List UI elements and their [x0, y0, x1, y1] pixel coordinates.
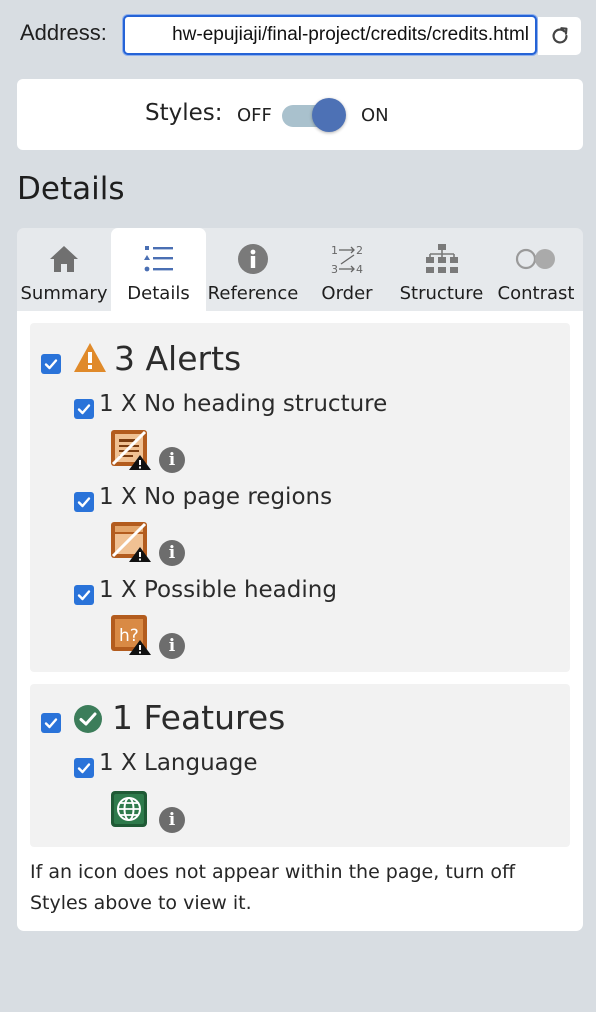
contrast-icon [515, 238, 557, 280]
possible-heading-icon: h? [111, 615, 151, 655]
svg-text:2: 2 [356, 244, 363, 257]
alerts-title: 3 Alerts [114, 339, 242, 378]
alert-item-label: 1 X No page regions [99, 484, 333, 510]
checkmark-icon [77, 763, 91, 774]
features-checkbox[interactable] [41, 713, 61, 733]
language-globe-icon [111, 791, 147, 827]
tab-label: Contrast [497, 283, 575, 304]
feature-checkbox[interactable] [74, 758, 94, 778]
alert-checkbox[interactable] [74, 399, 94, 419]
no-page-regions-icon [111, 522, 151, 562]
info-icon[interactable]: i [159, 540, 185, 566]
address-bar: Address: hw-epujiaji/final-project/credi… [0, 12, 596, 58]
checkmark-icon [44, 359, 58, 370]
features-title: 1 Features [112, 698, 286, 737]
checkmark-icon [44, 718, 58, 729]
info-icon[interactable]: i [159, 633, 185, 659]
info-icon [237, 238, 269, 280]
tab-label: Details [127, 283, 190, 304]
checkmark-icon [77, 497, 91, 508]
alert-checkbox[interactable] [74, 492, 94, 512]
tab-structure[interactable]: Structure [394, 228, 489, 311]
details-panel: 3 Alerts 1 X No heading structure i 1 X … [17, 311, 583, 931]
no-heading-structure-icon [111, 430, 151, 470]
check-circle-icon [74, 705, 102, 733]
alerts-group: 3 Alerts 1 X No heading structure i 1 X … [30, 323, 570, 672]
toggle-knob[interactable] [312, 98, 346, 132]
list-icon [143, 238, 175, 280]
styles-hint-text: If an icon does not appear within the pa… [30, 861, 516, 914]
tab-label: Summary [20, 283, 108, 304]
styles-on-label: ON [361, 105, 389, 126]
tab-bar: Summary Details Reference 1 2 3 4 Order … [17, 228, 583, 311]
tab-label: Reference [207, 283, 299, 304]
svg-text:h?: h? [119, 626, 139, 646]
order-icon: 1 2 3 4 [330, 238, 364, 280]
styles-toggle-card: Styles: OFF ON [17, 79, 583, 150]
tab-label: Order [321, 283, 373, 304]
alert-checkbox[interactable] [74, 585, 94, 605]
styles-toggle-switch[interactable] [282, 98, 346, 132]
reload-button[interactable] [538, 17, 581, 55]
svg-text:1: 1 [331, 244, 338, 257]
alerts-checkbox[interactable] [41, 354, 61, 374]
alert-item-label: 1 X Possible heading [99, 577, 337, 603]
styles-label: Styles: [145, 100, 223, 126]
tab-label: Structure [399, 283, 484, 304]
home-icon [48, 238, 80, 280]
tab-order[interactable]: 1 2 3 4 Order [300, 228, 394, 311]
structure-icon [424, 238, 460, 280]
tab-summary[interactable]: Summary [17, 228, 111, 311]
address-label: Address: [20, 20, 107, 45]
feature-item-label: 1 X Language [99, 750, 258, 776]
warning-triangle-icon [74, 343, 106, 372]
checkmark-icon [77, 590, 91, 601]
page-title: Details [17, 171, 125, 207]
reload-icon [552, 27, 568, 44]
features-group: 1 Features 1 X Language i [30, 684, 570, 847]
svg-text:3: 3 [331, 263, 338, 276]
svg-text:4: 4 [356, 263, 363, 276]
alert-item-label: 1 X No heading structure [99, 391, 388, 417]
checkmark-icon [77, 404, 91, 415]
info-icon[interactable]: i [159, 447, 185, 473]
styles-off-label: OFF [237, 105, 272, 126]
tab-contrast[interactable]: Contrast [489, 228, 583, 311]
tab-reference[interactable]: Reference [206, 228, 300, 311]
tab-details[interactable]: Details [111, 228, 206, 311]
info-icon[interactable]: i [159, 807, 185, 833]
address-input[interactable]: hw-epujiaji/final-project/credits/credit… [123, 15, 537, 55]
